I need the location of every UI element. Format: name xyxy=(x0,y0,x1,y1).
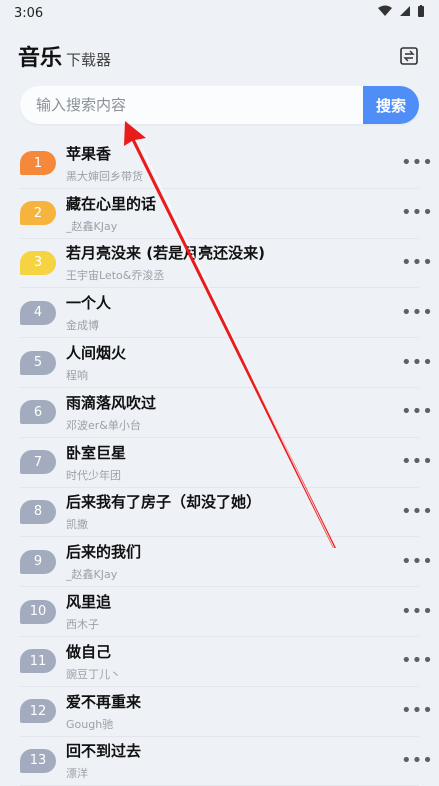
song-title: 若月亮没来 (若是月亮还没来) xyxy=(66,244,265,263)
rank-badge: 8 xyxy=(20,499,56,524)
song-artist: Gough驰 xyxy=(66,717,114,731)
song-row[interactable]: 10 风里追 西木子 ••• xyxy=(20,587,433,637)
more-icon[interactable]: ••• xyxy=(401,154,433,172)
song-title: 后来我有了房子（却没了她） xyxy=(66,493,262,512)
search-button[interactable]: 搜索 xyxy=(363,86,419,124)
song-artist: 凯撒 xyxy=(66,518,88,532)
song-artist: 程响 xyxy=(66,369,88,383)
rank-badge: 9 xyxy=(20,549,56,574)
song-row[interactable]: 1 苹果香 黑大婶回乡带货 ••• xyxy=(20,139,433,189)
song-meta: 若月亮没来 (若是月亮还没来) 王宇宙Leto&乔浚丞 xyxy=(66,242,401,283)
status-icons xyxy=(377,4,425,22)
more-icon[interactable]: ••• xyxy=(401,353,433,372)
song-row[interactable]: 8 后来我有了房子（却没了她） 凯撒 ••• xyxy=(20,488,433,538)
more-icon[interactable]: ••• xyxy=(401,652,433,670)
status-bar: 3:06 xyxy=(0,0,439,26)
song-title: 爱不再重来 xyxy=(66,692,142,711)
song-row[interactable]: 13 回不到过去 漂洋 ••• xyxy=(20,737,433,786)
song-row[interactable]: 9 后来的我们 _赵鑫KJay ••• xyxy=(20,537,433,588)
rank-badge: 10 xyxy=(20,599,56,624)
song-title: 回不到过去 xyxy=(66,742,142,761)
song-artist: 漂洋 xyxy=(66,767,88,781)
signal-icon xyxy=(399,5,411,21)
song-meta: 后来我有了房子（却没了她） 凯撒 xyxy=(66,491,401,532)
song-title: 人间烟火 xyxy=(66,344,127,363)
swap-icon[interactable] xyxy=(397,44,421,68)
search-bar: 搜索 xyxy=(20,86,419,124)
song-row[interactable]: 7 卧室巨星 时代少年团 ••• xyxy=(20,438,433,488)
more-icon[interactable]: ••• xyxy=(401,502,433,521)
rank-badge: 7 xyxy=(20,450,56,475)
song-title: 风里追 xyxy=(66,593,112,612)
more-icon[interactable]: ••• xyxy=(401,253,433,272)
rank-badge: 5 xyxy=(20,350,56,375)
battery-icon xyxy=(417,4,425,22)
song-row[interactable]: 3 若月亮没来 (若是月亮还没来) 王宇宙Leto&乔浚丞 ••• xyxy=(20,239,433,289)
more-icon[interactable]: ••• xyxy=(401,702,433,720)
more-icon[interactable]: ••• xyxy=(401,453,433,471)
song-title: 做自己 xyxy=(66,642,112,661)
song-row[interactable]: 11 做自己 豌豆丁儿丶 ••• xyxy=(20,637,433,687)
more-icon[interactable]: ••• xyxy=(401,552,433,571)
rank-badge: 12 xyxy=(20,699,56,724)
app-title-main: 音乐 xyxy=(18,46,63,71)
rank-badge: 1 xyxy=(20,151,56,176)
song-list: 1 苹果香 黑大婶回乡带货 ••• 2 藏在心里的话 _赵鑫KJay ••• 3… xyxy=(0,139,439,786)
song-title: 藏在心里的话 xyxy=(66,194,157,213)
status-time: 3:06 xyxy=(14,5,44,21)
song-artist: 豌豆丁儿丶 xyxy=(66,667,121,681)
song-title: 雨滴落风吹过 xyxy=(66,393,157,412)
song-meta: 回不到过去 漂洋 xyxy=(66,740,401,781)
song-artist: 西木子 xyxy=(66,618,99,632)
song-row[interactable]: 6 雨滴落风吹过 邓波er&单小台 ••• xyxy=(20,388,433,438)
rank-badge: 3 xyxy=(20,250,56,275)
more-icon[interactable]: ••• xyxy=(401,403,433,421)
song-artist: 邓波er&单小台 xyxy=(66,418,141,432)
song-meta: 藏在心里的话 _赵鑫KJay xyxy=(66,193,401,234)
app-title: 音乐 下载器 xyxy=(18,40,111,72)
song-artist: _赵鑫KJay xyxy=(66,219,118,233)
search-input[interactable] xyxy=(20,86,363,124)
app-header: 音乐 下载器 xyxy=(0,26,439,86)
rank-badge: 2 xyxy=(20,201,56,226)
song-artist: _赵鑫KJay xyxy=(66,568,118,582)
song-artist: 王宇宙Leto&乔浚丞 xyxy=(66,269,165,283)
song-row[interactable]: 5 人间烟火 程响 ••• xyxy=(20,338,433,388)
song-title: 一个人 xyxy=(66,294,112,313)
rank-badge: 4 xyxy=(20,300,56,325)
song-meta: 爱不再重来 Gough驰 xyxy=(66,691,401,732)
song-meta: 后来的我们 _赵鑫KJay xyxy=(66,541,401,582)
more-icon[interactable]: ••• xyxy=(401,303,433,322)
song-row[interactable]: 12 爱不再重来 Gough驰 ••• xyxy=(20,687,433,737)
song-meta: 雨滴落风吹过 邓波er&单小台 xyxy=(66,392,401,433)
app-title-sub: 下载器 xyxy=(66,51,112,69)
song-title: 苹果香 xyxy=(66,144,112,163)
song-artist: 金成博 xyxy=(66,319,99,333)
rank-badge: 13 xyxy=(20,748,56,773)
song-meta: 苹果香 黑大婶回乡带货 xyxy=(66,143,401,184)
song-artist: 黑大婶回乡带货 xyxy=(66,169,143,183)
song-meta: 做自己 豌豆丁儿丶 xyxy=(66,641,401,682)
song-meta: 人间烟火 程响 xyxy=(66,342,401,383)
song-title: 卧室巨星 xyxy=(66,443,127,462)
song-title: 后来的我们 xyxy=(66,543,142,562)
more-icon[interactable]: ••• xyxy=(401,751,433,770)
song-artist: 时代少年团 xyxy=(66,468,121,482)
song-meta: 风里追 西木子 xyxy=(66,591,401,632)
more-icon[interactable]: ••• xyxy=(401,204,433,222)
rank-badge: 6 xyxy=(20,400,56,425)
rank-badge: 11 xyxy=(20,649,56,674)
song-meta: 卧室巨星 时代少年团 xyxy=(66,442,401,483)
song-row[interactable]: 4 一个人 金成博 ••• xyxy=(20,288,433,339)
wifi-icon xyxy=(377,5,393,21)
song-meta: 一个人 金成博 xyxy=(66,292,401,333)
more-icon[interactable]: ••• xyxy=(401,602,433,621)
song-row[interactable]: 2 藏在心里的话 _赵鑫KJay ••• xyxy=(20,189,433,239)
